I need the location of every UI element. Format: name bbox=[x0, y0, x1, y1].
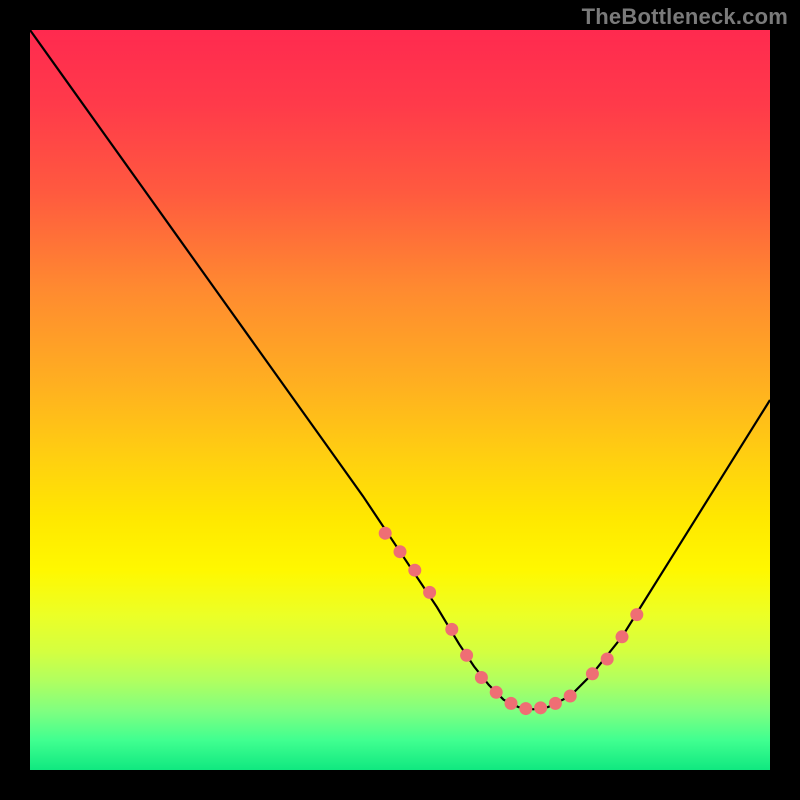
marker-point bbox=[549, 697, 562, 710]
marker-point bbox=[460, 649, 473, 662]
chart-container: TheBottleneck.com bbox=[0, 0, 800, 800]
marker-point bbox=[505, 697, 518, 710]
marker-point bbox=[616, 630, 629, 643]
marker-point bbox=[379, 527, 392, 540]
marker-point bbox=[394, 545, 407, 558]
marker-point bbox=[519, 702, 532, 715]
marker-point bbox=[601, 653, 614, 666]
marker-point bbox=[564, 690, 577, 703]
marker-point bbox=[534, 701, 547, 714]
marker-point bbox=[445, 623, 458, 636]
marker-point bbox=[423, 586, 436, 599]
highlight-markers bbox=[379, 527, 644, 715]
marker-point bbox=[490, 686, 503, 699]
chart-svg bbox=[30, 30, 770, 770]
marker-point bbox=[475, 671, 488, 684]
marker-point bbox=[408, 564, 421, 577]
marker-point bbox=[586, 667, 599, 680]
bottleneck-curve bbox=[30, 30, 770, 709]
attribution-label: TheBottleneck.com bbox=[582, 4, 788, 30]
marker-point bbox=[630, 608, 643, 621]
